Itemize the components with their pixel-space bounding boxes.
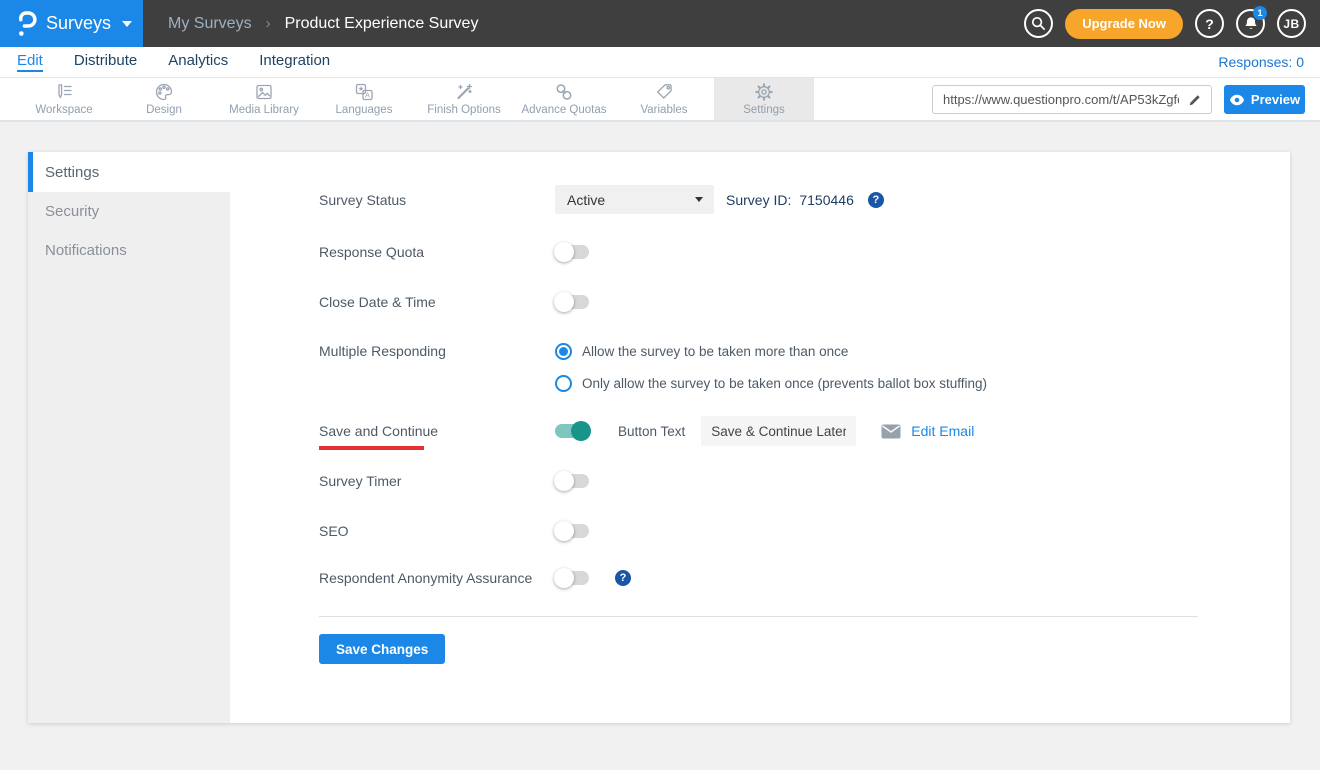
save-changes-row: Save Changes bbox=[319, 634, 1198, 664]
variables-icon bbox=[654, 82, 674, 102]
tab-analytics[interactable]: Analytics bbox=[168, 52, 228, 72]
anonymity-help-icon[interactable]: ? bbox=[615, 570, 631, 586]
survey-timer-label: Survey Timer bbox=[319, 473, 555, 489]
toolbar-item-media-library[interactable]: Media Library bbox=[214, 78, 314, 120]
button-text-label: Button Text bbox=[618, 424, 685, 439]
settings-icon bbox=[754, 82, 774, 102]
toolbar-item-advance-quotas[interactable]: Advance Quotas bbox=[514, 78, 614, 120]
anonymity-toggle[interactable] bbox=[555, 571, 589, 585]
save-changes-button[interactable]: Save Changes bbox=[319, 634, 445, 664]
svg-text:A: A bbox=[365, 92, 370, 99]
eye-icon bbox=[1229, 94, 1245, 106]
settings-card: Settings Security Notifications Survey S… bbox=[28, 152, 1290, 723]
form-divider bbox=[319, 616, 1198, 617]
anonymity-label: Respondent Anonymity Assurance bbox=[319, 570, 555, 586]
red-underline-highlight bbox=[319, 446, 424, 450]
seo-toggle[interactable] bbox=[555, 524, 589, 538]
top-header: Surveys My Surveys › Product Experience … bbox=[0, 0, 1320, 47]
toolbar-item-workspace[interactable]: Workspace bbox=[14, 78, 114, 120]
close-date-label: Close Date & Time bbox=[319, 294, 555, 310]
anonymity-row: Respondent Anonymity Assurance ? bbox=[319, 570, 1198, 586]
survey-timer-row: Survey Timer bbox=[319, 473, 1198, 489]
svg-text:★: ★ bbox=[358, 85, 364, 93]
questionpro-logo-icon bbox=[16, 10, 37, 38]
finish-options-icon bbox=[454, 82, 474, 102]
question-mark-icon: ? bbox=[1205, 16, 1214, 32]
notifications-button[interactable]: 1 bbox=[1236, 9, 1265, 38]
survey-url-input[interactable] bbox=[932, 85, 1212, 114]
page-title: Product Experience Survey bbox=[285, 15, 479, 33]
edit-email-link[interactable]: Edit Email bbox=[911, 423, 974, 439]
sidebar-item-settings[interactable]: Settings bbox=[28, 152, 230, 192]
edit-url-pencil-icon[interactable] bbox=[1188, 92, 1203, 112]
close-date-toggle[interactable] bbox=[555, 295, 589, 309]
response-quota-toggle[interactable] bbox=[555, 245, 589, 259]
survey-status-select[interactable]: Active bbox=[555, 185, 714, 214]
toolbar-item-settings[interactable]: Settings bbox=[714, 78, 814, 120]
toolbar-item-design[interactable]: Design bbox=[114, 78, 214, 120]
workspace-icon bbox=[54, 82, 74, 102]
tab-distribute[interactable]: Distribute bbox=[74, 52, 137, 72]
sidebar-item-security[interactable]: Security bbox=[28, 192, 230, 231]
notification-badge: 1 bbox=[1253, 6, 1267, 20]
survey-id-label: Survey ID: bbox=[726, 192, 791, 208]
settings-sidebar: Settings Security Notifications bbox=[28, 152, 230, 723]
preview-button[interactable]: Preview bbox=[1224, 85, 1305, 114]
survey-status-row: Survey Status Active Survey ID: 7150446 … bbox=[319, 185, 1198, 214]
toolbar-item-variables[interactable]: Variables bbox=[614, 78, 714, 120]
edit-toolbar: Workspace Design Media Library ★ bbox=[0, 78, 1320, 122]
header-actions: Upgrade Now ? 1 JB bbox=[1024, 9, 1320, 39]
radio-allow-multiple[interactable]: Allow the survey to be taken more than o… bbox=[555, 343, 987, 360]
product-menu-label: Surveys bbox=[46, 13, 111, 34]
close-date-row: Close Date & Time bbox=[319, 294, 1198, 310]
toolbar-item-finish-options[interactable]: Finish Options bbox=[414, 78, 514, 120]
radio-selected-icon bbox=[555, 343, 572, 360]
upgrade-now-button[interactable]: Upgrade Now bbox=[1065, 9, 1183, 39]
breadcrumb-my-surveys[interactable]: My Surveys bbox=[168, 15, 252, 33]
advance-quotas-icon bbox=[554, 82, 574, 102]
responses-count: Responses: 0 bbox=[1218, 54, 1304, 70]
media-library-icon bbox=[254, 82, 274, 102]
seo-label: SEO bbox=[319, 523, 555, 539]
save-and-continue-label: Save and Continue bbox=[319, 423, 555, 439]
user-avatar[interactable]: JB bbox=[1277, 9, 1306, 38]
page-content: Settings Security Notifications Survey S… bbox=[0, 122, 1320, 768]
save-and-continue-row: Save and Continue Button Text Edit Email bbox=[319, 416, 1198, 446]
sidebar-item-notifications[interactable]: Notifications bbox=[28, 231, 230, 270]
tab-edit[interactable]: Edit bbox=[17, 52, 43, 72]
settings-form: Survey Status Active Survey ID: 7150446 … bbox=[319, 152, 1198, 664]
search-button[interactable] bbox=[1024, 9, 1053, 38]
multiple-responding-options: Allow the survey to be taken more than o… bbox=[555, 343, 987, 392]
survey-id-value: 7150446 bbox=[799, 192, 854, 208]
multiple-responding-label: Multiple Responding bbox=[319, 343, 555, 359]
survey-status-label: Survey Status bbox=[319, 192, 555, 208]
email-envelope-icon[interactable] bbox=[881, 424, 901, 439]
seo-row: SEO bbox=[319, 523, 1198, 539]
section-tab-bar: Edit Distribute Analytics Integration Re… bbox=[0, 47, 1320, 78]
breadcrumb-separator: › bbox=[266, 15, 271, 32]
button-text-input[interactable] bbox=[701, 416, 856, 446]
multiple-responding-row: Multiple Responding Allow the survey to … bbox=[319, 343, 1198, 392]
response-quota-label: Response Quota bbox=[319, 244, 555, 260]
survey-timer-toggle[interactable] bbox=[555, 474, 589, 488]
radio-allow-once[interactable]: Only allow the survey to be taken once (… bbox=[555, 375, 987, 392]
save-and-continue-toggle[interactable] bbox=[555, 424, 589, 438]
help-button[interactable]: ? bbox=[1195, 9, 1224, 38]
tab-integration[interactable]: Integration bbox=[259, 52, 330, 72]
survey-url-group: Preview bbox=[932, 85, 1305, 114]
survey-id-help-icon[interactable]: ? bbox=[868, 192, 884, 208]
chevron-down-icon bbox=[695, 197, 703, 202]
avatar-initials: JB bbox=[1283, 17, 1299, 31]
search-icon bbox=[1031, 16, 1046, 31]
breadcrumb: My Surveys › Product Experience Survey bbox=[168, 15, 478, 33]
chevron-down-icon bbox=[122, 21, 132, 27]
languages-icon: ★ A bbox=[354, 82, 374, 102]
design-icon bbox=[154, 82, 174, 102]
response-quota-row: Response Quota bbox=[319, 244, 1198, 260]
toolbar-item-languages[interactable]: ★ A Languages bbox=[314, 78, 414, 120]
radio-unselected-icon bbox=[555, 375, 572, 392]
product-menu[interactable]: Surveys bbox=[0, 0, 143, 47]
